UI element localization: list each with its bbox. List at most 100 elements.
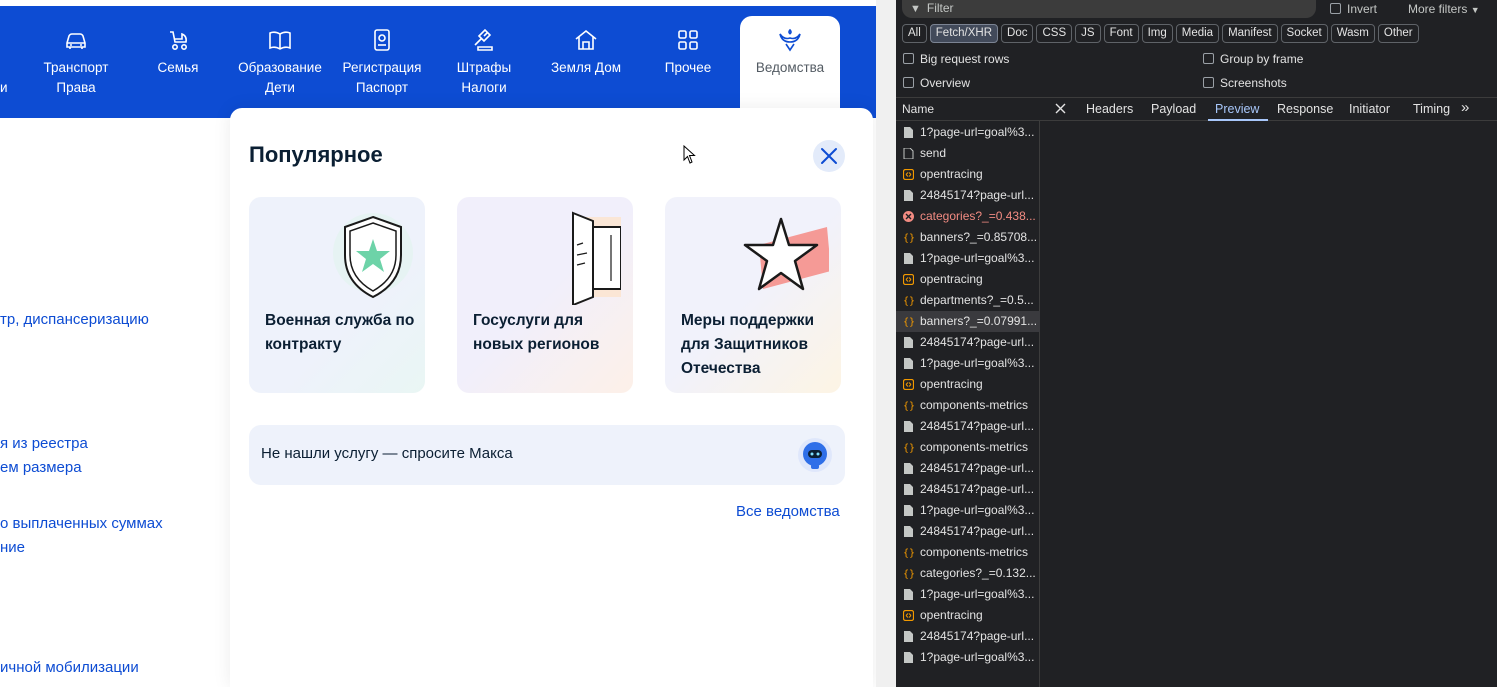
service-link[interactable]: о выплаченных суммах: [0, 512, 163, 536]
type-filter-other[interactable]: Other: [1377, 24, 1419, 43]
card-new-regions[interactable]: Госуслуги для новых регионов: [457, 197, 633, 393]
request-row[interactable]: 1?page-url=goal%3...: [896, 353, 1040, 374]
request-row[interactable]: 24845174?page-url...: [896, 626, 1040, 647]
category-eagle[interactable]: Ведомства: [740, 16, 840, 118]
request-row[interactable]: {} categories?_=0.132...: [896, 563, 1040, 584]
type-filter-css[interactable]: CSS: [1036, 24, 1073, 43]
close-detail-icon[interactable]: [1055, 103, 1066, 114]
category-grid[interactable]: Прочее: [638, 26, 738, 78]
request-row[interactable]: categories?_=0.438...: [896, 206, 1040, 227]
service-link[interactable]: ние: [0, 536, 25, 560]
filter-placeholder: Filter: [926, 1, 954, 15]
type-filter-img[interactable]: Img: [1141, 24, 1173, 43]
category-car[interactable]: Транспорт Права: [26, 26, 126, 98]
option-label: Group by frame: [1220, 52, 1304, 66]
detail-tabs: Headers Payload Preview Response Initiator Ti…: [1041, 98, 1497, 121]
request-row[interactable]: send: [896, 143, 1040, 164]
doc-icon: [904, 526, 913, 537]
type-filter-font[interactable]: Font: [1103, 24, 1139, 43]
tab-preview[interactable]: Preview: [1215, 102, 1259, 116]
request-row[interactable]: opentracing: [896, 605, 1040, 626]
all-departments-link[interactable]: Все ведомства: [736, 503, 840, 520]
filter-bar: ▼ Filter Invert More filters ▼: [896, 0, 1497, 20]
overview-checkbox[interactable]: Overview: [903, 76, 970, 90]
close-button[interactable]: [813, 140, 845, 172]
category-book[interactable]: Образование Дети: [230, 26, 330, 98]
request-name: opentracing: [920, 608, 983, 622]
category-gavel[interactable]: Штрафы Налоги: [434, 26, 534, 98]
invert-checkbox[interactable]: Invert: [1330, 2, 1377, 16]
request-row[interactable]: opentracing: [896, 164, 1040, 185]
option-label: Screenshots: [1220, 76, 1287, 90]
name-column-header[interactable]: Name: [902, 102, 934, 116]
house-icon: [575, 29, 597, 50]
request-row[interactable]: opentracing: [896, 269, 1040, 290]
more-filters-label: More filters: [1408, 2, 1468, 16]
request-row[interactable]: 1?page-url=goal%3...: [896, 248, 1040, 269]
service-link[interactable]: я из реестра: [0, 432, 88, 456]
request-row[interactable]: {} components-metrics: [896, 395, 1040, 416]
filter-input[interactable]: ▼ Filter: [902, 0, 1316, 18]
category-label: Земля Дом: [551, 60, 621, 75]
request-row[interactable]: 24845174?page-url...: [896, 479, 1040, 500]
doc-blank-icon: [903, 148, 914, 159]
request-row[interactable]: {} banners?_=0.07991...: [896, 311, 1040, 332]
request-row[interactable]: 24845174?page-url...: [896, 416, 1040, 437]
request-row[interactable]: 1?page-url=goal%3...: [896, 584, 1040, 605]
request-row[interactable]: 24845174?page-url...: [896, 458, 1040, 479]
tab-payload[interactable]: Payload: [1151, 102, 1196, 116]
card-title: Меры поддержки для Защитников Отечества: [681, 312, 815, 377]
group-by-frame-checkbox[interactable]: Group by frame: [1203, 52, 1303, 66]
script-icon: [903, 610, 914, 621]
type-filter-manifest[interactable]: Manifest: [1222, 24, 1278, 43]
doc-icon: [904, 589, 913, 600]
tab-response[interactable]: Response: [1277, 102, 1333, 116]
more-tabs-icon[interactable]: »: [1461, 99, 1469, 116]
category-passport[interactable]: Регистрация Паспорт: [332, 26, 432, 98]
request-name: components-metrics: [920, 545, 1029, 559]
category-house[interactable]: Земля Дом: [536, 26, 636, 78]
svg-text:{}: {}: [903, 233, 914, 243]
request-row[interactable]: 24845174?page-url...: [896, 332, 1040, 353]
card-military-service[interactable]: Военная служба по контракту: [249, 197, 425, 393]
request-name: opentracing: [920, 167, 983, 181]
request-name: 1?page-url=goal%3...: [920, 503, 1035, 517]
type-filter-fetch-xhr[interactable]: Fetch/XHR: [929, 24, 999, 43]
request-row[interactable]: 1?page-url=goal%3...: [896, 122, 1040, 143]
type-filter-socket[interactable]: Socket: [1280, 24, 1328, 43]
card-title: Военная служба по контракту: [265, 312, 415, 353]
tab-timing[interactable]: Timing: [1413, 102, 1450, 116]
service-link[interactable]: ем размера: [0, 456, 82, 480]
doc-icon: [904, 631, 913, 642]
service-link[interactable]: ичной мобилизации: [0, 656, 139, 680]
request-row[interactable]: opentracing: [896, 374, 1040, 395]
big-rows-checkbox[interactable]: Big request rows: [903, 52, 1009, 66]
type-filter-doc[interactable]: Doc: [1001, 24, 1034, 43]
request-name: 1?page-url=goal%3...: [920, 587, 1035, 601]
type-filter-media[interactable]: Media: [1175, 24, 1220, 43]
tab-headers[interactable]: Headers: [1086, 102, 1133, 116]
category-bar: и Транспорт Права Семья Образование Дети Ре…: [0, 0, 896, 118]
ask-assistant-bar[interactable]: Не нашли услугу — спросите Макса: [249, 425, 845, 485]
request-row[interactable]: 1?page-url=goal%3...: [896, 647, 1040, 668]
type-filter-wasm[interactable]: Wasm: [1330, 24, 1375, 43]
tab-initiator[interactable]: Initiator: [1349, 102, 1390, 116]
document-door-icon: [572, 211, 621, 305]
request-row[interactable]: {} components-metrics: [896, 542, 1040, 563]
more-filters-dropdown[interactable]: More filters ▼: [1408, 2, 1480, 16]
type-filter-all[interactable]: All: [902, 24, 927, 43]
service-link[interactable]: тр, диспансеризацию: [0, 308, 149, 332]
request-row[interactable]: {} banners?_=0.85708...: [896, 227, 1040, 248]
request-row[interactable]: 24845174?page-url...: [896, 185, 1040, 206]
devtools-network-panel: ▼ Filter Invert More filters ▼ All Fetch/X…: [896, 0, 1497, 687]
request-row[interactable]: {} components-metrics: [896, 437, 1040, 458]
card-defenders-support[interactable]: Меры поддержки для Защитников Отечества: [665, 197, 841, 393]
screenshots-checkbox[interactable]: Screenshots: [1203, 76, 1287, 90]
request-row[interactable]: {} departments?_=0.5...: [896, 290, 1040, 311]
request-name: opentracing: [920, 377, 983, 391]
request-row[interactable]: 24845174?page-url...: [896, 521, 1040, 542]
request-row[interactable]: 1?page-url=goal%3...: [896, 500, 1040, 521]
category-stroller[interactable]: Семья: [128, 26, 228, 78]
request-name: 24845174?page-url...: [920, 461, 1035, 475]
type-filter-js[interactable]: JS: [1075, 24, 1101, 43]
